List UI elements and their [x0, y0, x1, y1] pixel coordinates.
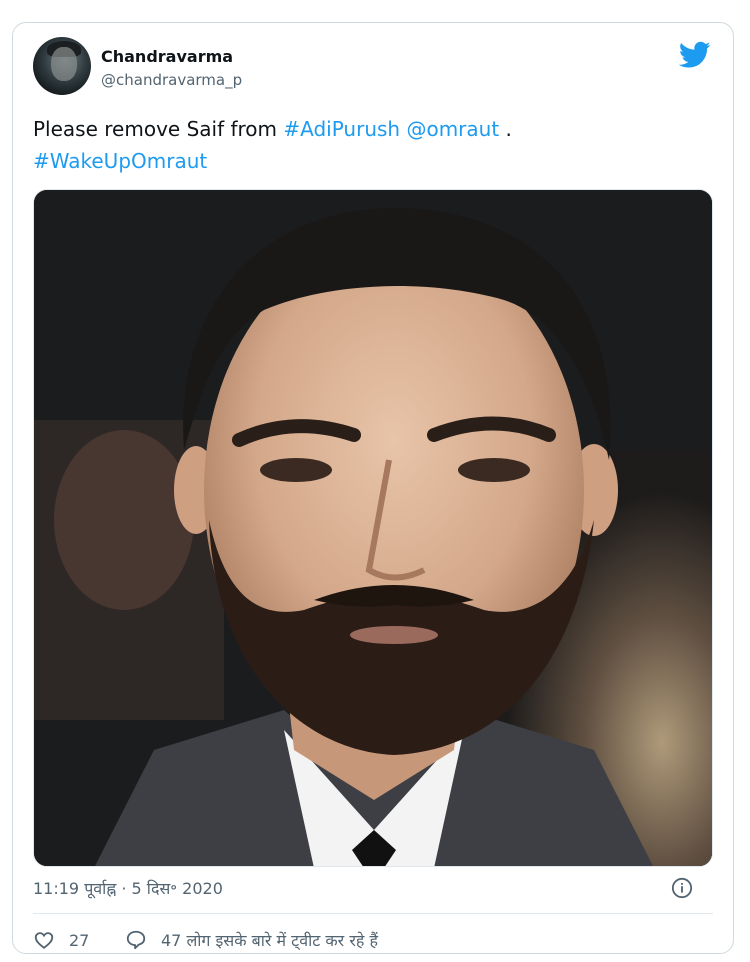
tweet-timestamp[interactable]: 11:19 पूर्वाह्न · 5 दिस॰ 2020: [33, 879, 223, 898]
hashtag-wakeupomraut[interactable]: #WakeUpOmraut: [33, 149, 207, 173]
avatar[interactable]: [33, 37, 91, 95]
author-name[interactable]: Chandravarma: [101, 47, 233, 66]
like-count: 27: [69, 930, 90, 950]
like-button[interactable]: 27: [33, 929, 89, 951]
people-tweeting-text: 47 लोग इसके बारे में ट्वीट कर रहे हैं: [161, 931, 378, 950]
avatar-face: [51, 47, 77, 81]
twitter-bird-icon[interactable]: [679, 41, 711, 69]
tweet-card: Chandravarma @chandravarma_p Please remo…: [12, 22, 734, 954]
mention-omraut[interactable]: @omraut: [406, 117, 499, 141]
photo-portrait: [34, 190, 712, 866]
author-handle[interactable]: @chandravarma_p: [101, 71, 242, 89]
people-tweeting-link[interactable]: 47 लोग इसके बारे में ट्वीट कर रहे हैं: [125, 929, 378, 951]
hashtag-adipurush[interactable]: #AdiPurush: [283, 117, 400, 141]
tweet-photo[interactable]: [33, 189, 713, 867]
tweet-text-intro: Please remove Saif from: [33, 117, 284, 141]
speech-bubble-icon: [126, 930, 146, 950]
tweet-header: Chandravarma @chandravarma_p: [33, 37, 713, 97]
divider: [33, 913, 713, 914]
heart-icon: [34, 932, 54, 949]
tweet-actions: 27 47 लोग इसके बारे में ट्वीट कर रहे हैं: [33, 929, 713, 955]
tweet-meta: 11:19 पूर्वाह्न · 5 दिस॰ 2020: [33, 877, 693, 903]
info-icon[interactable]: [671, 877, 693, 899]
tweet-text-dot: .: [499, 117, 512, 141]
tweet-text: Please remove Saif from #AdiPurush @omra…: [33, 113, 713, 177]
